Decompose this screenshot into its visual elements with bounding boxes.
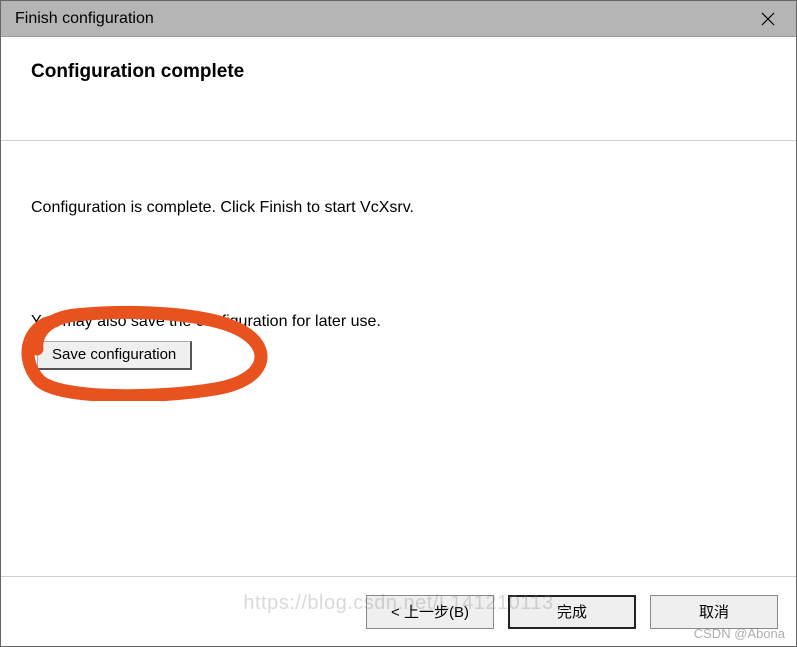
titlebar: Finish configuration: [1, 1, 796, 37]
cancel-button[interactable]: 取消: [650, 595, 778, 629]
header-section: Configuration complete: [1, 37, 796, 141]
dialog-window: Finish configuration Configuration compl…: [0, 0, 797, 647]
content-area: Configuration is complete. Click Finish …: [1, 141, 796, 576]
close-icon: [761, 12, 775, 26]
close-button[interactable]: [740, 1, 796, 37]
page-heading: Configuration complete: [31, 61, 796, 83]
finish-button[interactable]: 完成: [508, 595, 636, 629]
save-configuration-button[interactable]: Save configuration: [37, 341, 192, 370]
window-title: Finish configuration: [15, 10, 154, 28]
save-hint-message: You may also save the configuration for …: [31, 313, 766, 331]
completion-message: Configuration is complete. Click Finish …: [31, 199, 766, 217]
back-button[interactable]: < 上一步(B): [366, 595, 494, 629]
footer-button-bar: < 上一步(B) 完成 取消: [1, 576, 796, 646]
